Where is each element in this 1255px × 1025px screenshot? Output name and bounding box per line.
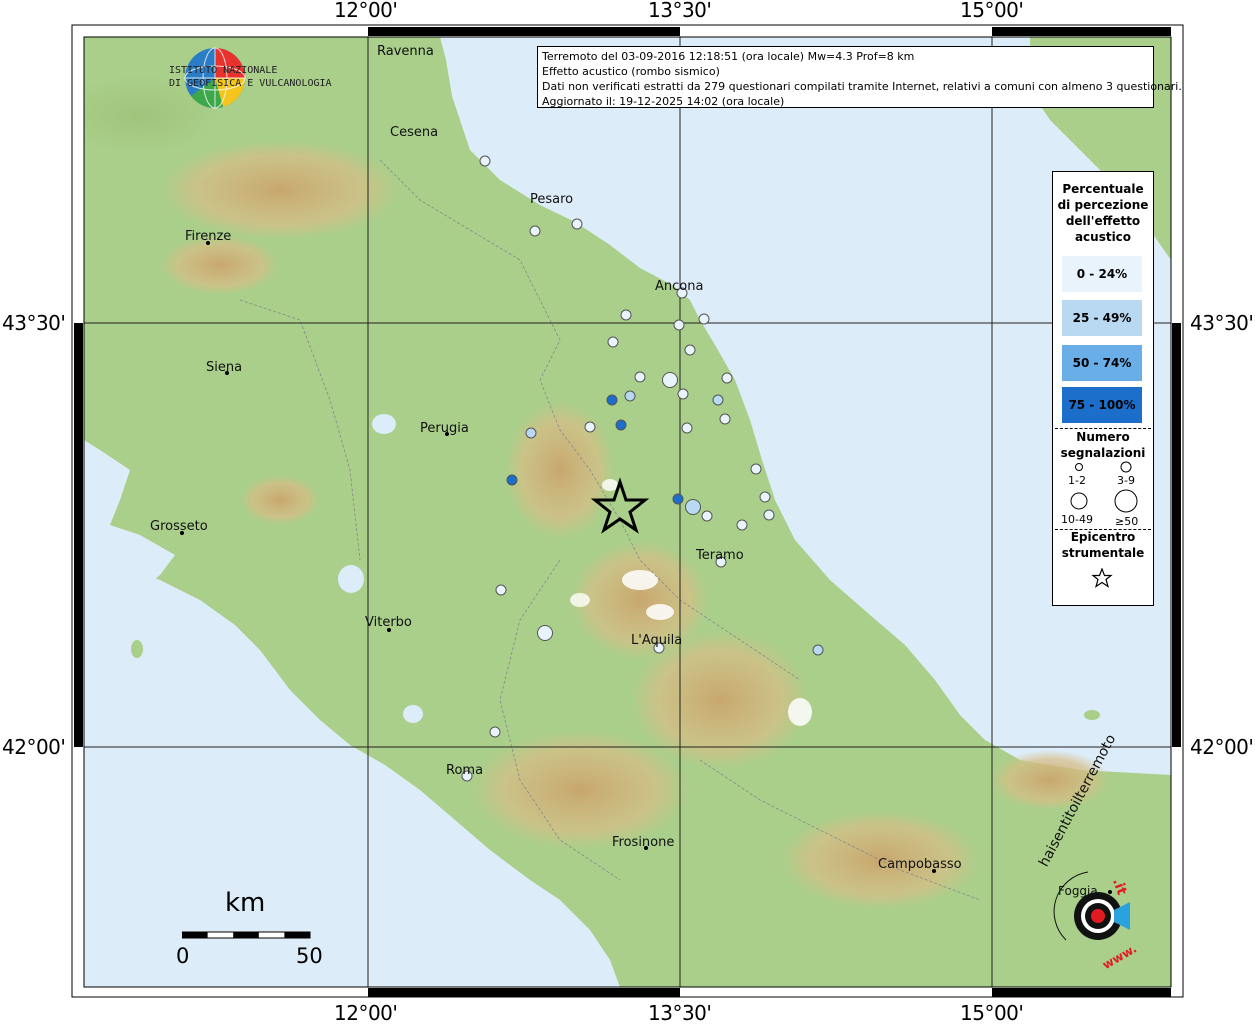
- observation-point: [763, 509, 775, 521]
- observation-point: [606, 394, 618, 406]
- place-cesena: Cesena: [390, 125, 439, 140]
- observation-point: [624, 390, 636, 402]
- observation-point: [479, 155, 491, 167]
- apennines-north: [160, 140, 400, 240]
- lon-label-top-13-30: 13°30': [648, 0, 712, 22]
- lon-label-bottom-15: 15°00': [960, 1001, 1024, 1025]
- lon-label-bottom-13-30: 13°30': [648, 1001, 712, 1025]
- place-perugia: Perugia: [420, 421, 469, 436]
- effect-type: Effetto acustico (rombo sismico): [542, 65, 720, 78]
- legend-size-symbols: [1070, 461, 1138, 513]
- observation-point: [712, 394, 724, 406]
- observation-point: [634, 371, 646, 383]
- observation-point: [584, 421, 596, 433]
- lat-label-left-42: 42°00': [2, 735, 66, 759]
- lat-label-right-42: 42°00': [1190, 735, 1254, 759]
- data-disclaimer: Dati non verificati estratti da 279 ques…: [542, 80, 1182, 93]
- scale-max: 50: [296, 944, 323, 968]
- hills: [160, 235, 280, 295]
- lat-label-left-43-30: 43°30': [2, 311, 66, 335]
- scale-bar-graphic: [182, 931, 311, 939]
- hills: [470, 730, 690, 850]
- observation-point: [677, 388, 689, 400]
- lon-label-top-15: 15°00': [960, 0, 1024, 22]
- observation-point: [672, 493, 684, 505]
- observation-point: [736, 519, 748, 531]
- observation-point: [685, 499, 701, 515]
- observation-point: [719, 413, 731, 425]
- observation-point: [537, 625, 553, 641]
- observation-point: [681, 422, 693, 434]
- event-title: Terremoto del 03-09-2016 12:18:51 (ora l…: [542, 50, 915, 63]
- legend-epicenter-title: Epicentro strumentale: [1061, 530, 1145, 560]
- peak: [646, 604, 674, 620]
- observation-point: [662, 372, 678, 388]
- place-firenze: Firenze: [185, 229, 232, 244]
- observation-point: [673, 319, 685, 331]
- place-pesaro: Pesaro: [530, 192, 574, 207]
- observation-point: [607, 336, 619, 348]
- observation-point: [812, 644, 824, 656]
- lake-trasimeno: [372, 414, 396, 434]
- observation-point: [620, 309, 632, 321]
- observation-point: [571, 218, 583, 230]
- scale-bar: km 0 50: [176, 888, 336, 978]
- place-siena: Siena: [206, 360, 243, 375]
- legend-size-3: 10-49: [1061, 513, 1093, 526]
- hsi-logo-icon: [1053, 871, 1130, 941]
- place-foggia: Foggia: [1058, 884, 1098, 898]
- lake-bracciano: [403, 705, 423, 723]
- observation-point: [701, 510, 713, 522]
- observation-point: [684, 344, 696, 356]
- place-teramo: Teramo: [696, 548, 744, 563]
- observation-point: [495, 584, 507, 596]
- peak: [788, 698, 812, 726]
- sibillini: [505, 400, 615, 540]
- legend-bin-2: 50 - 74%: [1062, 345, 1142, 381]
- scale-unit: km: [225, 888, 266, 918]
- lon-label-top-12: 12°00': [334, 0, 398, 22]
- place-campobasso: Campobasso: [878, 857, 962, 872]
- place-grosseto: Grosseto: [150, 519, 208, 534]
- island: [1084, 710, 1100, 720]
- legend: Percentuale di percezione dell'effetto a…: [1052, 171, 1154, 606]
- scale-min: 0: [176, 944, 190, 968]
- legend-size-4: ≥50: [1115, 515, 1139, 528]
- observation-point: [759, 491, 771, 503]
- legend-title: Percentuale di percezione dell'effetto a…: [1057, 182, 1149, 244]
- legend-bin-3: 75 - 100%: [1062, 387, 1142, 423]
- observation-point: [525, 427, 537, 439]
- place-viterbo: Viterbo: [365, 615, 412, 630]
- place-ancona: Ancona: [655, 279, 704, 294]
- legend-size-2: 3-9: [1117, 474, 1135, 487]
- peak: [570, 593, 590, 607]
- place-frosinone: Frosinone: [612, 835, 675, 850]
- observation-point: [506, 474, 518, 486]
- observation-point: [721, 372, 733, 384]
- event-info-box: Terremoto del 03-09-2016 12:18:51 (ora l…: [537, 46, 1182, 108]
- place-ravenna: Ravenna: [377, 44, 434, 59]
- hills: [240, 475, 320, 525]
- observation-point: [698, 313, 710, 325]
- legend-star-icon: [1091, 568, 1113, 588]
- legend-size-1: 1-2: [1068, 474, 1086, 487]
- ingv-logo-text: ISTITUTO NAZIONALE DI GEOFISICA E VULCAN…: [169, 65, 332, 89]
- observation-point: [529, 225, 541, 237]
- place-laquila: L'Aquila: [631, 633, 683, 648]
- legend-bin-0: 0 - 24%: [1062, 256, 1142, 292]
- lake-bolsena: [338, 565, 364, 593]
- lon-label-bottom-12: 12°00': [334, 1001, 398, 1025]
- observation-point: [615, 419, 627, 431]
- update-time: Aggiornato il: 19-12-2025 14:02 (ora loc…: [542, 95, 785, 108]
- peak: [602, 479, 618, 491]
- observation-point: [489, 726, 501, 738]
- island: [131, 640, 143, 658]
- legend-bin-1: 25 - 49%: [1062, 300, 1142, 336]
- place-roma: Roma: [446, 763, 484, 778]
- lat-label-right-43-30: 43°30': [1190, 311, 1254, 335]
- observation-point: [750, 463, 762, 475]
